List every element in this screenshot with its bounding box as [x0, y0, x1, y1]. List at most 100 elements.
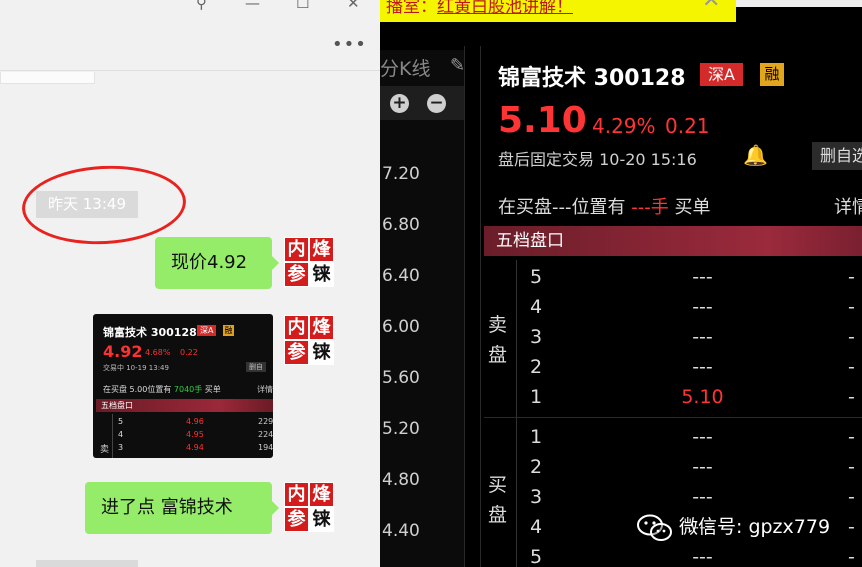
mini-row: 4 4.95 224 [118, 430, 273, 439]
next-timestamp-stub [36, 560, 138, 567]
chat-header-divider [0, 70, 380, 71]
sell-level-price: --- [692, 266, 713, 288]
current-price: 5.10 [498, 100, 587, 141]
previous-message-stub [0, 72, 95, 84]
minimize-icon[interactable]: — [245, 0, 260, 12]
mini-row-level: 5 [118, 417, 124, 426]
column-divider [464, 46, 465, 567]
sell-level-number: 4 [530, 296, 543, 318]
price-axis-tick: 5.60 [382, 368, 420, 388]
order-info-suffix: 买单 [668, 197, 711, 218]
buy-level-number: 1 [530, 426, 543, 448]
order-info-line: 在买盘---位置有 ---手 买单 [498, 193, 710, 219]
sell-level-number: 2 [530, 356, 543, 378]
mini-market-badge: 深A [197, 325, 217, 336]
price-axis-tick: 6.00 [382, 317, 420, 337]
order-info-volume: ---手 [631, 197, 669, 218]
avatar-char: 铼 [310, 263, 333, 286]
mini-row: 5 4.96 229 [118, 417, 273, 426]
mini-depth-bar: 五档盘口 [96, 399, 273, 412]
buy-level-number: 2 [530, 456, 543, 478]
avatar[interactable]: 内 烽 参 铼 [284, 237, 334, 287]
pin-icon[interactable]: ⚲ [196, 0, 207, 12]
buy-level-volume: - [848, 516, 855, 538]
mini-row-volume: 194 [258, 443, 273, 452]
buy-side-label: 买盘 [488, 474, 508, 526]
sell-level-number: 3 [530, 326, 543, 348]
sell-level-price: --- [692, 356, 713, 378]
order-book-header[interactable]: 五档盘口 [484, 226, 862, 256]
mini-row: 3 4.94 194 [118, 443, 273, 452]
column-divider [480, 46, 481, 567]
mini-price: 4.92 [103, 342, 143, 361]
sell-level-volume: - [848, 356, 855, 378]
zoom-in-icon[interactable]: + [390, 94, 409, 113]
price-axis-tick: 4.80 [382, 470, 420, 490]
price-axis-tick: 6.80 [382, 215, 420, 235]
mini-order-volume: 7040手 [173, 385, 203, 394]
side-divider [516, 260, 517, 567]
market-badge: 深A [700, 63, 743, 86]
avatar-char: 烽 [310, 316, 333, 339]
avatar-char: 烽 [310, 238, 333, 261]
sell-level-price: 5.10 [681, 386, 724, 408]
mini-rong-badge: 融 [223, 325, 234, 336]
pencil-icon[interactable]: ✎ [450, 55, 465, 76]
sell-level-volume: - [848, 266, 855, 288]
mini-row-price: 4.96 [186, 417, 204, 426]
buy-level-number: 3 [530, 486, 543, 508]
sell-level-price: --- [692, 326, 713, 348]
avatar-char: 参 [285, 508, 308, 531]
wechat-icon [637, 514, 672, 541]
buy-level-price: --- [692, 486, 713, 508]
banner-link[interactable]: 红黄白股池讲解！ [437, 0, 573, 17]
avatar-char: 铼 [310, 508, 333, 531]
change-percent: 4.29% [592, 114, 656, 138]
buy-level-price: --- [692, 426, 713, 448]
buy-level-volume: - [848, 456, 855, 478]
stock-name: 锦富技术 300128 [498, 66, 686, 91]
stock-screenshot-image[interactable]: 锦富技术 300128 深A 融 4.92 4.68% 0.22 交易中 10-… [93, 314, 273, 458]
message-bubble[interactable]: 现价4.92 [155, 237, 279, 289]
price-axis-tick: 6.40 [382, 266, 420, 286]
buy-level-volume: - [848, 426, 855, 448]
chat-panel: ⚲ — ☐ ✕ ••• 昨天 13:49 现价4.92 内 烽 参 铼 锦富技术… [0, 0, 380, 567]
mini-delete-button: 删自 [246, 362, 266, 372]
mini-detail: 详情 [257, 385, 273, 394]
mini-row-price: 4.94 [186, 443, 204, 452]
message-bubble[interactable]: 进了点 富锦技术 [85, 482, 279, 534]
zoom-out-icon[interactable]: − [427, 94, 446, 113]
mini-chg: 0.22 [180, 348, 198, 357]
sell-level-price: --- [692, 296, 713, 318]
close-icon[interactable]: ✕ [347, 0, 360, 12]
avatar-char: 烽 [310, 483, 333, 506]
avatar[interactable]: 内 烽 参 铼 [284, 315, 334, 365]
avatar-char: 参 [285, 263, 308, 286]
remove-watchlist-button[interactable]: 删自选 [812, 142, 862, 170]
mini-order-suffix: 买单 [202, 385, 221, 394]
avatar[interactable]: 内 烽 参 铼 [284, 482, 334, 532]
more-options-icon[interactable]: ••• [332, 34, 367, 55]
margin-badge: 融 [760, 63, 784, 86]
buy-level-price: --- [692, 546, 713, 567]
mini-divider [112, 414, 113, 458]
sell-level-number: 5 [530, 266, 543, 288]
mini-stock-name: 锦富技术 300128 [103, 326, 197, 339]
order-info-text: 在买盘---位置有 [498, 197, 632, 218]
red-circle-annotation [20, 161, 188, 249]
detail-link[interactable]: 详情 [834, 193, 862, 219]
avatar-char: 内 [285, 238, 308, 261]
kline-tab[interactable]: 分K线 [380, 54, 430, 81]
buy-level-number: 4 [530, 516, 543, 538]
mini-order-line: 在买盘 5.00位置有 7040手 买单 [103, 384, 221, 395]
sell-level-number: 1 [530, 386, 543, 408]
avatar-char: 内 [285, 483, 308, 506]
price-axis-tick: 4.40 [382, 521, 420, 541]
maximize-icon[interactable]: ☐ [296, 0, 309, 12]
bell-icon[interactable]: 🔔 [743, 143, 768, 167]
banner-close-icon[interactable]: ✕ [702, 0, 720, 12]
buy-level-volume: - [848, 546, 855, 567]
trading-panel: 播室：红黄白股池讲解！ ✕ 分K线 ✎ + − 7.20 6.80 6.40 6… [380, 0, 862, 567]
announcement-banner[interactable]: 播室：红黄白股池讲解！ ✕ [380, 0, 736, 22]
avatar-char: 铼 [310, 341, 333, 364]
